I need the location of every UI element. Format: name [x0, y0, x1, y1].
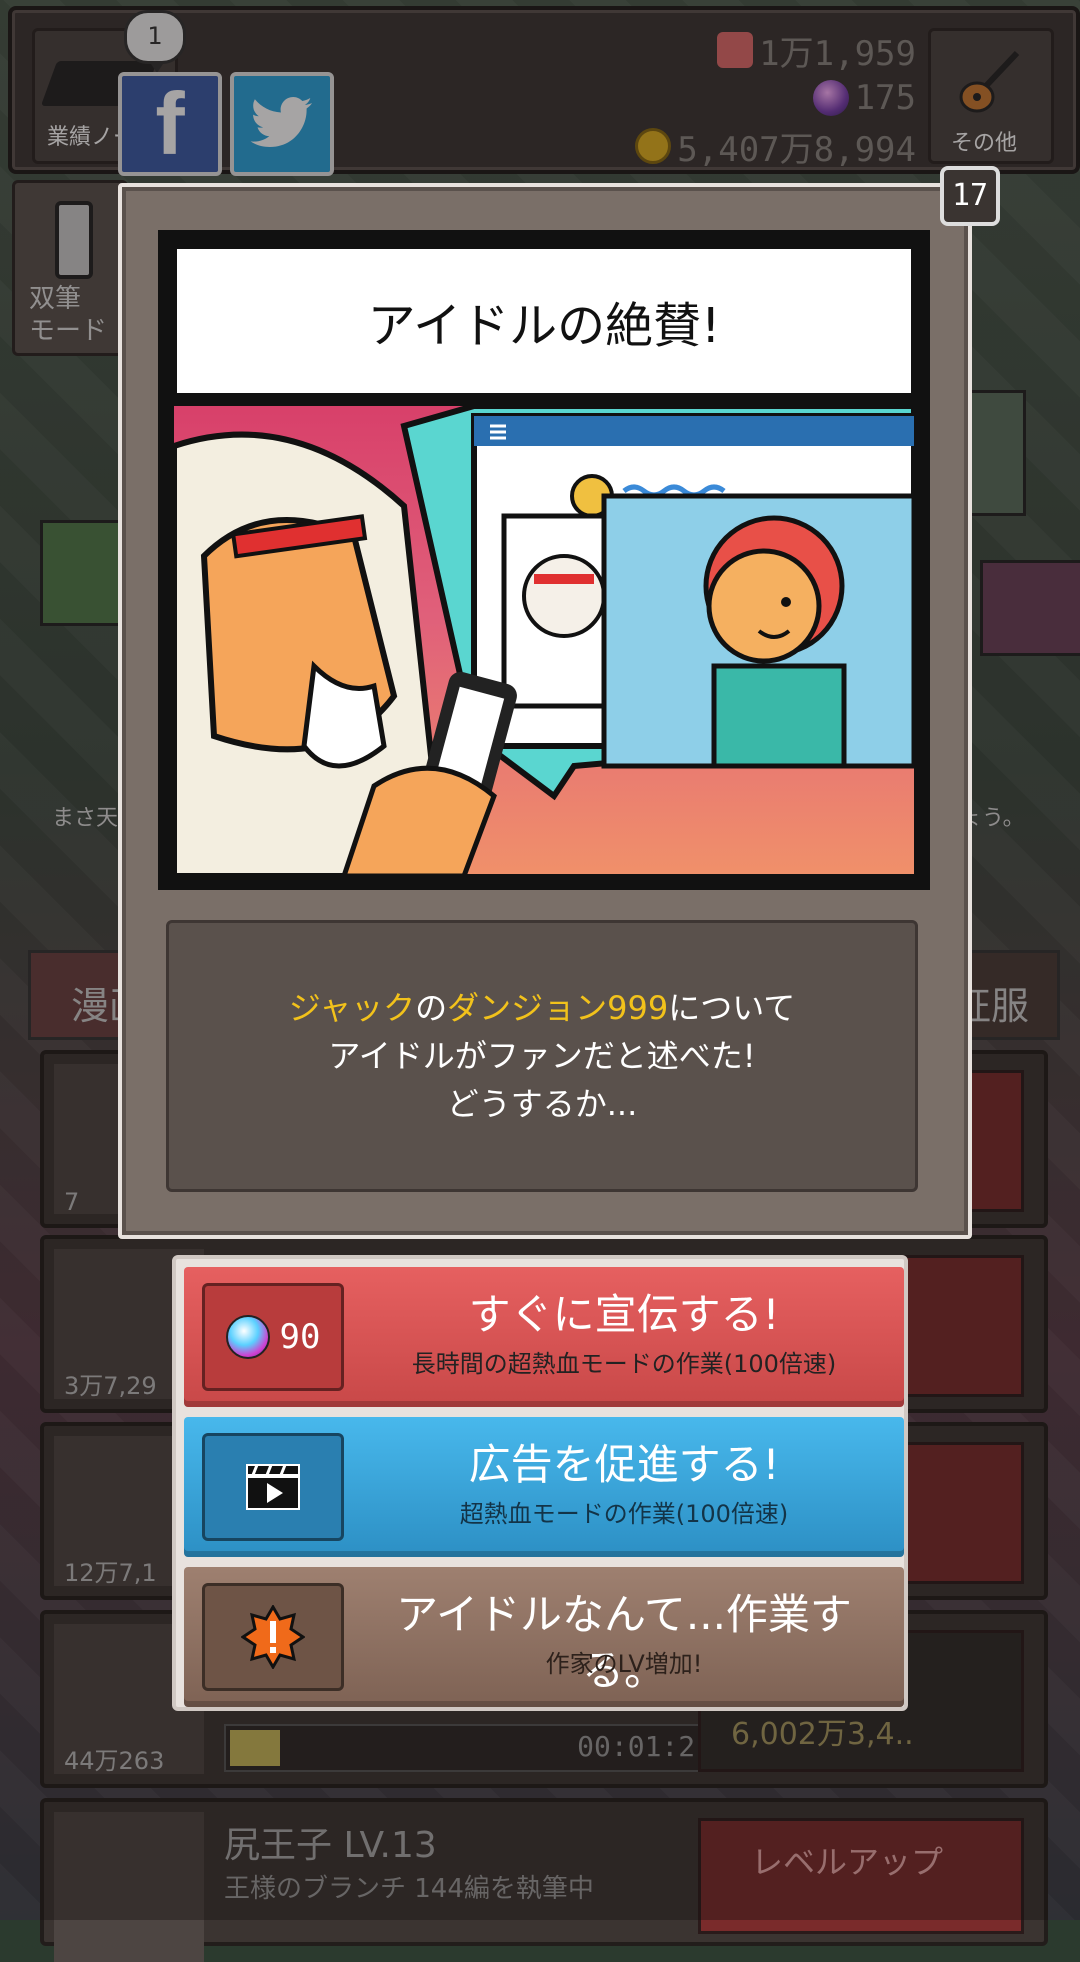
choice-label: すぐに宣伝する! — [468, 1290, 780, 1339]
event-message-box: ジャックのダンジョン999について アイドルがファンだと述べた! どうするか..… — [166, 920, 918, 1192]
choice-sublabel: 超熱血モードの作業(100倍速) — [459, 1500, 789, 1528]
gem-icon — [225, 1315, 270, 1359]
gem-cost-badge: 90 — [202, 1283, 344, 1391]
ignore-and-work-button[interactable]: アイドルなんて...作業する。 作家のLV増加! — [184, 1567, 904, 1707]
event-message-line2: アイドルがファンだと述べた! — [328, 1037, 756, 1075]
choice-list: 90 すぐに宣伝する! 長時間の超熱血モードの作業(100倍速) 広告を促進する… — [172, 1255, 908, 1711]
event-comic-panel: アイドルの絶賛! — [158, 230, 930, 890]
event-counter-badge: 17 — [940, 166, 1000, 226]
promote-now-button[interactable]: 90 すぐに宣伝する! 長時間の超熱血モードの作業(100倍速) — [184, 1267, 904, 1407]
event-illustration — [174, 406, 914, 874]
idol-praise-illustration — [174, 406, 914, 874]
ad-icon-badge — [202, 1433, 344, 1541]
choice-label: アイドルなんて...作業する。 — [396, 1590, 852, 1695]
event-title: アイドルの絶賛! — [174, 246, 914, 396]
work-title-highlight: ダンジョン999 — [447, 989, 669, 1027]
choice-sublabel: 長時間の超熱血モードの作業(100倍速) — [411, 1350, 837, 1378]
alert-icon-badge — [202, 1583, 344, 1691]
gem-cost-value: 90 — [279, 1317, 321, 1357]
choice-label: 広告を促進する! — [468, 1440, 780, 1489]
event-message-line3: どうするか... — [446, 1085, 638, 1123]
alert-icon — [241, 1605, 305, 1669]
author-name-highlight: ジャック — [288, 989, 416, 1027]
watch-ad-button[interactable]: 広告を促進する! 超熱血モードの作業(100倍速) — [184, 1417, 904, 1557]
clapperboard-icon — [246, 1464, 300, 1510]
event-message-line1: ジャックのダンジョン999について — [288, 989, 796, 1027]
choice-sublabel: 作家のLV増加! — [545, 1650, 703, 1678]
